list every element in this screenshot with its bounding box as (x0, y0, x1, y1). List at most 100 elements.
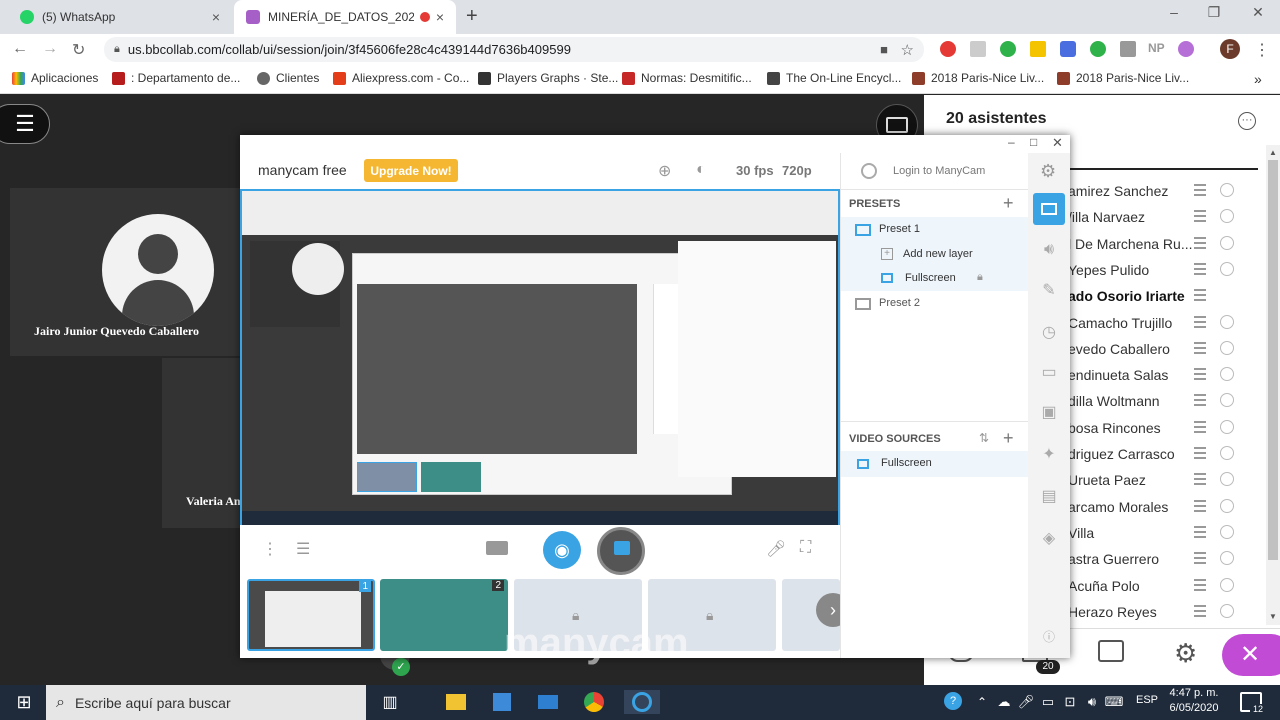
options-icon[interactable] (1194, 394, 1206, 407)
close-icon[interactable]: × (212, 9, 220, 25)
new-tab-button[interactable]: + (466, 5, 478, 28)
extension-icon[interactable] (1120, 41, 1136, 57)
preset-thumbnail[interactable]: 2 (380, 579, 508, 651)
options-icon[interactable] (1194, 473, 1206, 486)
chrome-icon[interactable] (580, 690, 608, 714)
scroll-up-icon[interactable]: ▲ (1269, 148, 1277, 157)
status-icon[interactable] (1220, 393, 1234, 408)
info-icon[interactable]: ⓘ (1034, 621, 1064, 651)
options-icon[interactable] (1194, 315, 1206, 328)
options-icon[interactable] (1194, 236, 1206, 249)
options-icon[interactable] (1194, 420, 1206, 433)
keyboard-icon[interactable]: ⌨ (1100, 690, 1128, 714)
video-preview[interactable] (240, 189, 840, 525)
task-view-icon[interactable]: ▥ (376, 690, 404, 714)
extension-icon[interactable] (940, 41, 956, 57)
effects-icon[interactable]: ✦ (1034, 439, 1064, 469)
session-menu-button[interactable]: ☰ (0, 104, 50, 144)
bookmark[interactable]: 2018 Paris-Nice Liv... (1057, 71, 1189, 85)
preset-thumbnail[interactable]: 1 (247, 579, 375, 651)
options-icon[interactable] (1194, 604, 1206, 617)
close-button[interactable]: ✕ (1052, 135, 1063, 151)
np-extension-icon[interactable]: NP (1148, 41, 1165, 55)
clock[interactable]: 4:47 p. m. 6/05/2020 (1162, 686, 1226, 718)
bookmark[interactable]: Players Graphs · Ste... (478, 71, 618, 85)
brightness-icon[interactable]: ◐ (696, 161, 706, 179)
fullscreen-layer-item[interactable]: Fullscreen 🔒︎ (841, 267, 1031, 291)
menu-icon[interactable]: ⋮ (1254, 40, 1270, 60)
status-icon[interactable] (1220, 367, 1234, 382)
manycam-taskbar-icon[interactable] (624, 690, 660, 714)
presets-tab-icon[interactable] (1033, 193, 1065, 225)
close-window-button[interactable]: ✕ (1238, 4, 1278, 21)
status-icon[interactable] (1220, 446, 1234, 460)
keyboard-icon[interactable]: ▭ (1034, 357, 1064, 387)
video-camera-icon[interactable] (486, 541, 508, 555)
extension-icon[interactable] (1030, 41, 1046, 57)
maximize-button[interactable]: □ (1030, 135, 1037, 149)
clock-icon[interactable]: ◷ (1034, 317, 1064, 347)
extension-icon[interactable] (1178, 41, 1194, 57)
forward-icon[interactable]: → (42, 40, 58, 58)
status-icon[interactable] (1220, 183, 1234, 197)
preset-item-1[interactable]: Preset 1 (841, 217, 1031, 243)
microphone-icon[interactable]: 🎤︎ (766, 539, 786, 559)
options-icon[interactable] (1194, 262, 1206, 275)
status-icon[interactable] (1220, 551, 1234, 566)
status-icon[interactable] (1220, 340, 1234, 355)
reload-icon[interactable]: ↻ (72, 40, 85, 60)
scrollbar-thumb[interactable] (1268, 160, 1278, 560)
login-link[interactable]: Login to ManyCam (893, 165, 985, 177)
screen-icon[interactable]: ▣ (1034, 397, 1064, 427)
status-icon[interactable] (1220, 261, 1234, 276)
settings-icon[interactable]: ⚙ (1174, 638, 1197, 669)
options-icon[interactable] (1194, 210, 1206, 223)
bookmark[interactable]: Clientes (257, 71, 319, 85)
bookmark[interactable]: The On-Line Encycl... (767, 71, 901, 85)
status-icon[interactable] (1220, 314, 1234, 329)
profile-avatar[interactable]: F (1220, 39, 1240, 59)
file-explorer-icon[interactable] (442, 690, 470, 714)
status-icon[interactable] (1220, 419, 1234, 434)
language-indicator[interactable]: ESP (1136, 694, 1158, 706)
options-icon[interactable] (1194, 289, 1206, 302)
more-vertical-icon[interactable]: ⋮ (262, 539, 278, 559)
playlist-icon[interactable]: ☰ (296, 539, 310, 559)
status-icon[interactable] (1220, 524, 1234, 539)
tab-mineria[interactable]: MINERÍA_DE_DATOS_202010 × (234, 0, 456, 34)
source-item-fullscreen[interactable]: Fullscreen (841, 451, 1031, 477)
add-source-icon[interactable]: + (1003, 428, 1014, 449)
minimize-button[interactable]: – (1154, 4, 1194, 20)
bookmark[interactable]: Normas: Desmitific... (622, 71, 752, 85)
status-icon[interactable] (1220, 498, 1234, 513)
options-icon[interactable] (1194, 499, 1206, 512)
status-icon[interactable] (1220, 209, 1234, 224)
audio-icon[interactable]: 🔊︎ (1034, 235, 1064, 265)
options-icon[interactable] (1194, 578, 1206, 591)
close-panel-button[interactable]: ✕ (1222, 634, 1280, 676)
preset-item-2[interactable]: Preset 2 (841, 291, 1031, 317)
taskbar-search[interactable]: ⌕ Escribe aquí para buscar (46, 685, 366, 720)
image-icon[interactable]: ▤ (1034, 481, 1064, 511)
scroll-down-icon[interactable]: ▼ (1269, 612, 1277, 621)
settings-icon[interactable]: ⚙ (1040, 161, 1056, 182)
more-bookmarks[interactable]: » (1254, 71, 1262, 87)
extension-icon[interactable] (970, 41, 986, 57)
windows-start-icon[interactable]: ⊞ (10, 690, 38, 714)
status-icon[interactable] (1220, 577, 1234, 592)
add-layer-item[interactable]: + Add new layer (841, 243, 1031, 267)
bookmark[interactable]: 2018 Paris-Nice Liv... (912, 71, 1044, 85)
more-options-icon[interactable]: ··· (1238, 112, 1256, 130)
broadcast-icon[interactable]: ◉ (543, 531, 581, 569)
options-icon[interactable] (1194, 184, 1206, 196)
status-icon[interactable] (1220, 235, 1234, 250)
options-icon[interactable] (1194, 447, 1206, 459)
extension-icon[interactable] (1060, 41, 1076, 57)
back-icon[interactable]: ← (12, 40, 28, 58)
help-icon[interactable]: ? (944, 692, 962, 710)
status-icon[interactable] (1220, 472, 1234, 487)
minimize-button[interactable]: – (1008, 135, 1015, 149)
mail-icon[interactable] (534, 690, 562, 714)
bookmark[interactable]: : Departamento de... (112, 71, 240, 85)
fullscreen-icon[interactable]: ⛶ (800, 539, 811, 557)
